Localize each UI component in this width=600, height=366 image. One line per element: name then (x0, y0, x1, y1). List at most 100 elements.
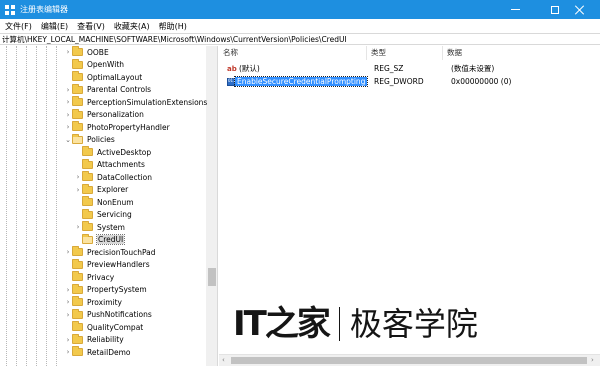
tree-item[interactable]: › PhotoPropertyHandler (64, 121, 170, 134)
tree-item[interactable]: OpenWith (64, 58, 125, 72)
chevron-right-icon (64, 259, 72, 271)
tree-item[interactable]: CredUI (74, 233, 126, 247)
tree-item[interactable]: Privacy (64, 271, 114, 284)
chevron-right-icon[interactable]: › (74, 184, 82, 196)
tree-item-label: PushNotifications (87, 310, 152, 320)
chevron-right-icon[interactable]: › (64, 284, 72, 296)
minimize-icon (510, 9, 520, 10)
chevron-right-icon[interactable]: › (64, 246, 72, 258)
tree-item[interactable]: › Reliability (64, 333, 124, 347)
menu-favorites[interactable]: 收藏夹(A) (114, 21, 150, 32)
tree-item[interactable]: OptimalLayout (64, 71, 142, 84)
chevron-down-icon[interactable]: ⌄ (64, 134, 72, 146)
menu-file[interactable]: 文件(F) (5, 21, 32, 32)
tree-item[interactable]: › PushNotifications (64, 308, 152, 322)
values-horizontal-scrollbar[interactable]: ‹ › (219, 354, 600, 366)
value-row[interactable]: ab (默认) REG_SZ (数值未设置) (219, 63, 600, 75)
tree-item[interactable]: Attachments (74, 158, 145, 172)
tree-item[interactable]: › PrecisionTouchPad (64, 246, 156, 259)
address-bar[interactable]: 计算机\HKEY_LOCAL_MACHINE\SOFTWARE\Microsof… (0, 33, 600, 45)
chevron-right-icon[interactable]: › (74, 221, 82, 233)
chevron-right-icon (64, 271, 72, 283)
tree-item-label: OpenWith (87, 60, 125, 70)
tree-item[interactable]: › Proximity (64, 296, 122, 309)
menu-bar: 文件(F) 编辑(E) 查看(V) 收藏夹(A) 帮助(H) (0, 19, 600, 33)
watermark: IT之家 极客学院 (233, 303, 478, 345)
value-row[interactable]: EnableSecureCredentialPrompting REG_DWOR… (219, 76, 600, 88)
folder-icon (72, 296, 83, 307)
tree-item-label: NonEnum (97, 197, 134, 207)
value-data: 0x00000000 (0) (451, 77, 512, 86)
chevron-right-icon[interactable]: › (64, 121, 72, 133)
value-name: (默认) (239, 64, 260, 73)
tree-item[interactable]: NonEnum (74, 196, 134, 209)
tree-scrollbar-thumb[interactable] (208, 268, 216, 286)
tree-item[interactable]: ActiveDesktop (74, 146, 151, 159)
chevron-right-icon[interactable]: › (64, 309, 72, 321)
chevron-right-icon (64, 59, 72, 71)
window-title: 注册表编辑器 (20, 5, 68, 14)
chevron-right-icon[interactable]: › (64, 334, 72, 346)
tree-item[interactable]: › DataCollection (74, 171, 152, 184)
menu-view[interactable]: 查看(V) (77, 21, 105, 32)
tree-item[interactable]: › PerceptionSimulationExtensions (64, 96, 207, 109)
close-button[interactable] (560, 0, 600, 19)
chevron-right-icon (74, 159, 82, 171)
chevron-right-icon[interactable]: › (64, 296, 72, 308)
folder-icon (72, 83, 83, 94)
tree-item[interactable]: › RetailDemo (64, 346, 130, 359)
ithome-logo: IT之家 (233, 304, 331, 344)
menu-edit[interactable]: 编辑(E) (41, 21, 68, 32)
tree-item[interactable]: › System (74, 221, 125, 234)
tree-item[interactable]: Servicing (74, 208, 132, 222)
minimize-button[interactable] (495, 0, 535, 19)
menu-help[interactable]: 帮助(H) (159, 21, 187, 32)
tree-item-label: Policies (87, 135, 115, 145)
tree-scrollbar[interactable] (206, 46, 217, 366)
tree-item-label: PhotoPropertyHandler (87, 122, 170, 132)
tree-item[interactable]: › Parental Controls (64, 83, 151, 97)
tree-item[interactable]: › Personalization (64, 108, 144, 122)
values-scrollbar-thumb[interactable] (231, 357, 587, 364)
folder-icon (82, 233, 93, 244)
column-header-type[interactable]: 类型 (367, 46, 443, 60)
tree-item-label: OptimalLayout (87, 72, 143, 82)
tree-item[interactable]: › Explorer (74, 183, 128, 197)
chevron-right-icon[interactable]: › (64, 346, 72, 358)
folder-icon (72, 71, 83, 82)
folder-icon (72, 58, 83, 69)
folder-icon (72, 133, 83, 144)
scroll-right-icon[interactable]: › (591, 356, 594, 364)
watermark-text: 极客学院 (349, 305, 478, 343)
chevron-right-icon[interactable]: › (64, 109, 72, 121)
tree-item[interactable]: QualityCompat (64, 321, 143, 334)
column-header-name[interactable]: 名称 (219, 46, 367, 60)
tree-item-label: PreviewHandlers (87, 260, 150, 270)
scroll-left-icon[interactable]: ‹ (222, 356, 225, 364)
tree-item[interactable]: › OOBE (64, 46, 109, 59)
chevron-right-icon[interactable]: › (64, 46, 72, 58)
value-type: REG_SZ (374, 64, 404, 73)
tree-item[interactable]: PreviewHandlers (64, 258, 150, 272)
column-header-data[interactable]: 数据 (443, 46, 600, 60)
tree-item[interactable]: › PropertySystem (64, 283, 147, 297)
chevron-right-icon (74, 209, 82, 221)
folder-icon (82, 208, 93, 219)
tree-item-label: Servicing (97, 210, 132, 220)
regedit-app-icon (5, 4, 15, 15)
folder-icon (72, 283, 83, 294)
tree-item-label: DataCollection (97, 172, 153, 182)
chevron-right-icon[interactable]: › (64, 84, 72, 96)
folder-icon (72, 96, 83, 107)
tree-item-label: CredUI (95, 234, 126, 246)
tree-item-label: OOBE (87, 47, 109, 57)
folder-icon (72, 346, 83, 357)
registry-tree[interactable]: › OOBE OpenWith OptimalLayout › Parental Cont… (0, 46, 218, 366)
close-icon (575, 5, 585, 15)
chevron-right-icon[interactable]: › (74, 171, 82, 183)
tree-item[interactable]: ⌄ Policies (64, 133, 115, 147)
chevron-right-icon[interactable]: › (64, 96, 72, 108)
tree-item-label: PrecisionTouchPad (87, 247, 156, 257)
tree-item-label: Proximity (87, 297, 122, 307)
string-value-icon: ab (227, 65, 237, 73)
